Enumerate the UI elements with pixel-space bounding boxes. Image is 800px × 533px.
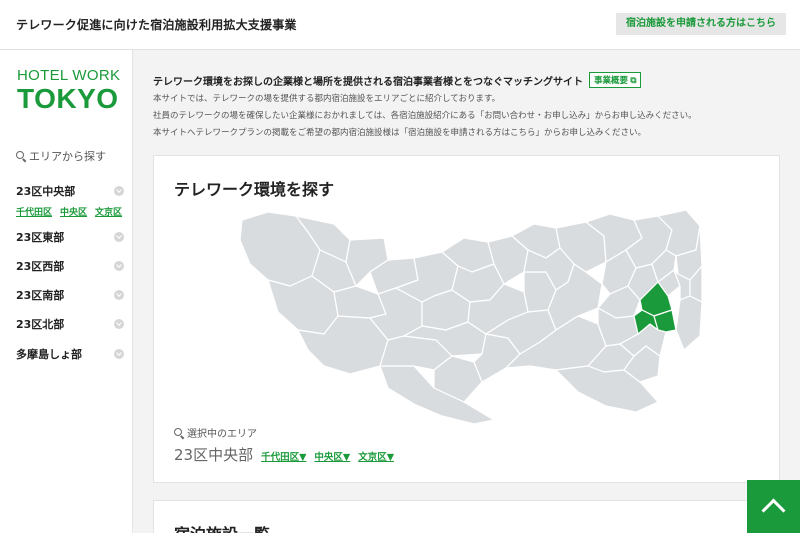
region-label: 多摩島しょ部 [16,348,82,361]
tokyo-map[interactable] [238,206,702,426]
search-icon [16,151,26,161]
sidebar-region-east[interactable]: 23区東部 [16,229,124,245]
logo-line2: TOKYO [17,83,119,114]
apply-facility-button[interactable]: 宿泊施設を申請される方はこちら [616,13,786,35]
selected-ward-chuo[interactable]: 中央区▼ [314,449,350,463]
top-bar: テレワーク促進に向けた宿泊施設利用拡大支援事業 宿泊施設を申請される方はこちら [0,0,800,50]
selected-area-value: 23区中央部 千代田区▼ 中央区▼ 文京区▼ [174,444,394,465]
intro-line-3: 本サイトへテレワークプランの掲載をご希望の都内宿泊施設様は「宿泊施設を申請される… [153,128,647,138]
selected-ward-bunkyo[interactable]: 文京区▼ [358,449,394,463]
sidebar-region-tama-islands[interactable]: 多摩島しょ部 [16,346,124,362]
facility-list-title: 宿泊施設一覧 [174,521,270,533]
area-search-heading: エリアから探す [16,148,106,164]
site-title: テレワーク促進に向けた宿泊施設利用拡大支援事業 [16,18,297,32]
intro-heading-text: テレワーク環境をお探しの企業様と場所を提供される宿泊事業者様とをつなぐマッチング… [153,76,583,88]
selected-ward-chiyoda[interactable]: 千代田区▼ [261,449,306,463]
overview-button[interactable]: 事業概要 ⧉ [589,72,642,88]
chevron-down-icon [114,349,124,359]
area-search-label: エリアから探す [29,150,106,163]
external-link-icon: ⧉ [630,75,637,85]
sidebar: HOTEL WORK TOKYO エリアから探す 23区中央部 千代田区 中央区… [0,50,133,533]
region-label: 23区北部 [16,318,65,331]
intro-line-1: 本サイトでは、テレワークの場を提供する都内宿泊施設をエリアごとに紹介しております… [153,94,501,104]
overview-button-label: 事業概要 [594,75,629,85]
chevron-down-icon [114,319,124,329]
logo[interactable]: HOTEL WORK TOKYO [17,68,127,114]
sidebar-region-west[interactable]: 23区西部 [16,258,124,274]
region-label: 23区西部 [16,260,65,273]
chevron-down-icon [114,290,124,300]
selected-area-label: 選択中のエリア [174,425,257,440]
logo-line1: HOTEL WORK [17,67,121,84]
chevron-down-icon [114,232,124,242]
selected-area-label-text: 選択中のエリア [187,429,257,440]
sidebar-region-north[interactable]: 23区北部 [16,316,124,332]
ward-link-chiyoda[interactable]: 千代田区 [16,205,52,218]
region-label: 23区南部 [16,289,65,302]
facility-list-card: 宿泊施設一覧 [153,500,780,533]
chevron-down-icon [114,186,124,196]
ward-link-bunkyo[interactable]: 文京区 [95,205,122,218]
map-area-koto [675,295,702,351]
region-label: 23区東部 [16,231,65,244]
ward-link-chuo[interactable]: 中央区 [60,205,87,218]
chevron-down-icon [114,261,124,271]
sidebar-region-south[interactable]: 23区南部 [16,287,124,303]
sidebar-region-central[interactable]: 23区中央部 [16,183,124,199]
search-card: テレワーク環境を探す 選択中のエリア 23区中央部 千代田区▼ 中央区▼ 文京区… [153,155,780,483]
region-label: 23区中央部 [16,185,76,198]
intro-line-2: 社員のテレワークの場を確保したい企業様におかれましては、各宿泊施設紹介にある「お… [153,111,697,121]
selected-region: 23区中央部 [174,446,254,464]
search-card-title: テレワーク環境を探す [174,180,335,199]
search-icon [174,427,184,438]
scroll-top-button[interactable] [747,480,800,533]
intro-heading: テレワーク環境をお探しの企業様と場所を提供される宿泊事業者様とをつなぐマッチング… [153,72,642,88]
central-ward-links: 千代田区 中央区 文京区 [16,205,122,218]
